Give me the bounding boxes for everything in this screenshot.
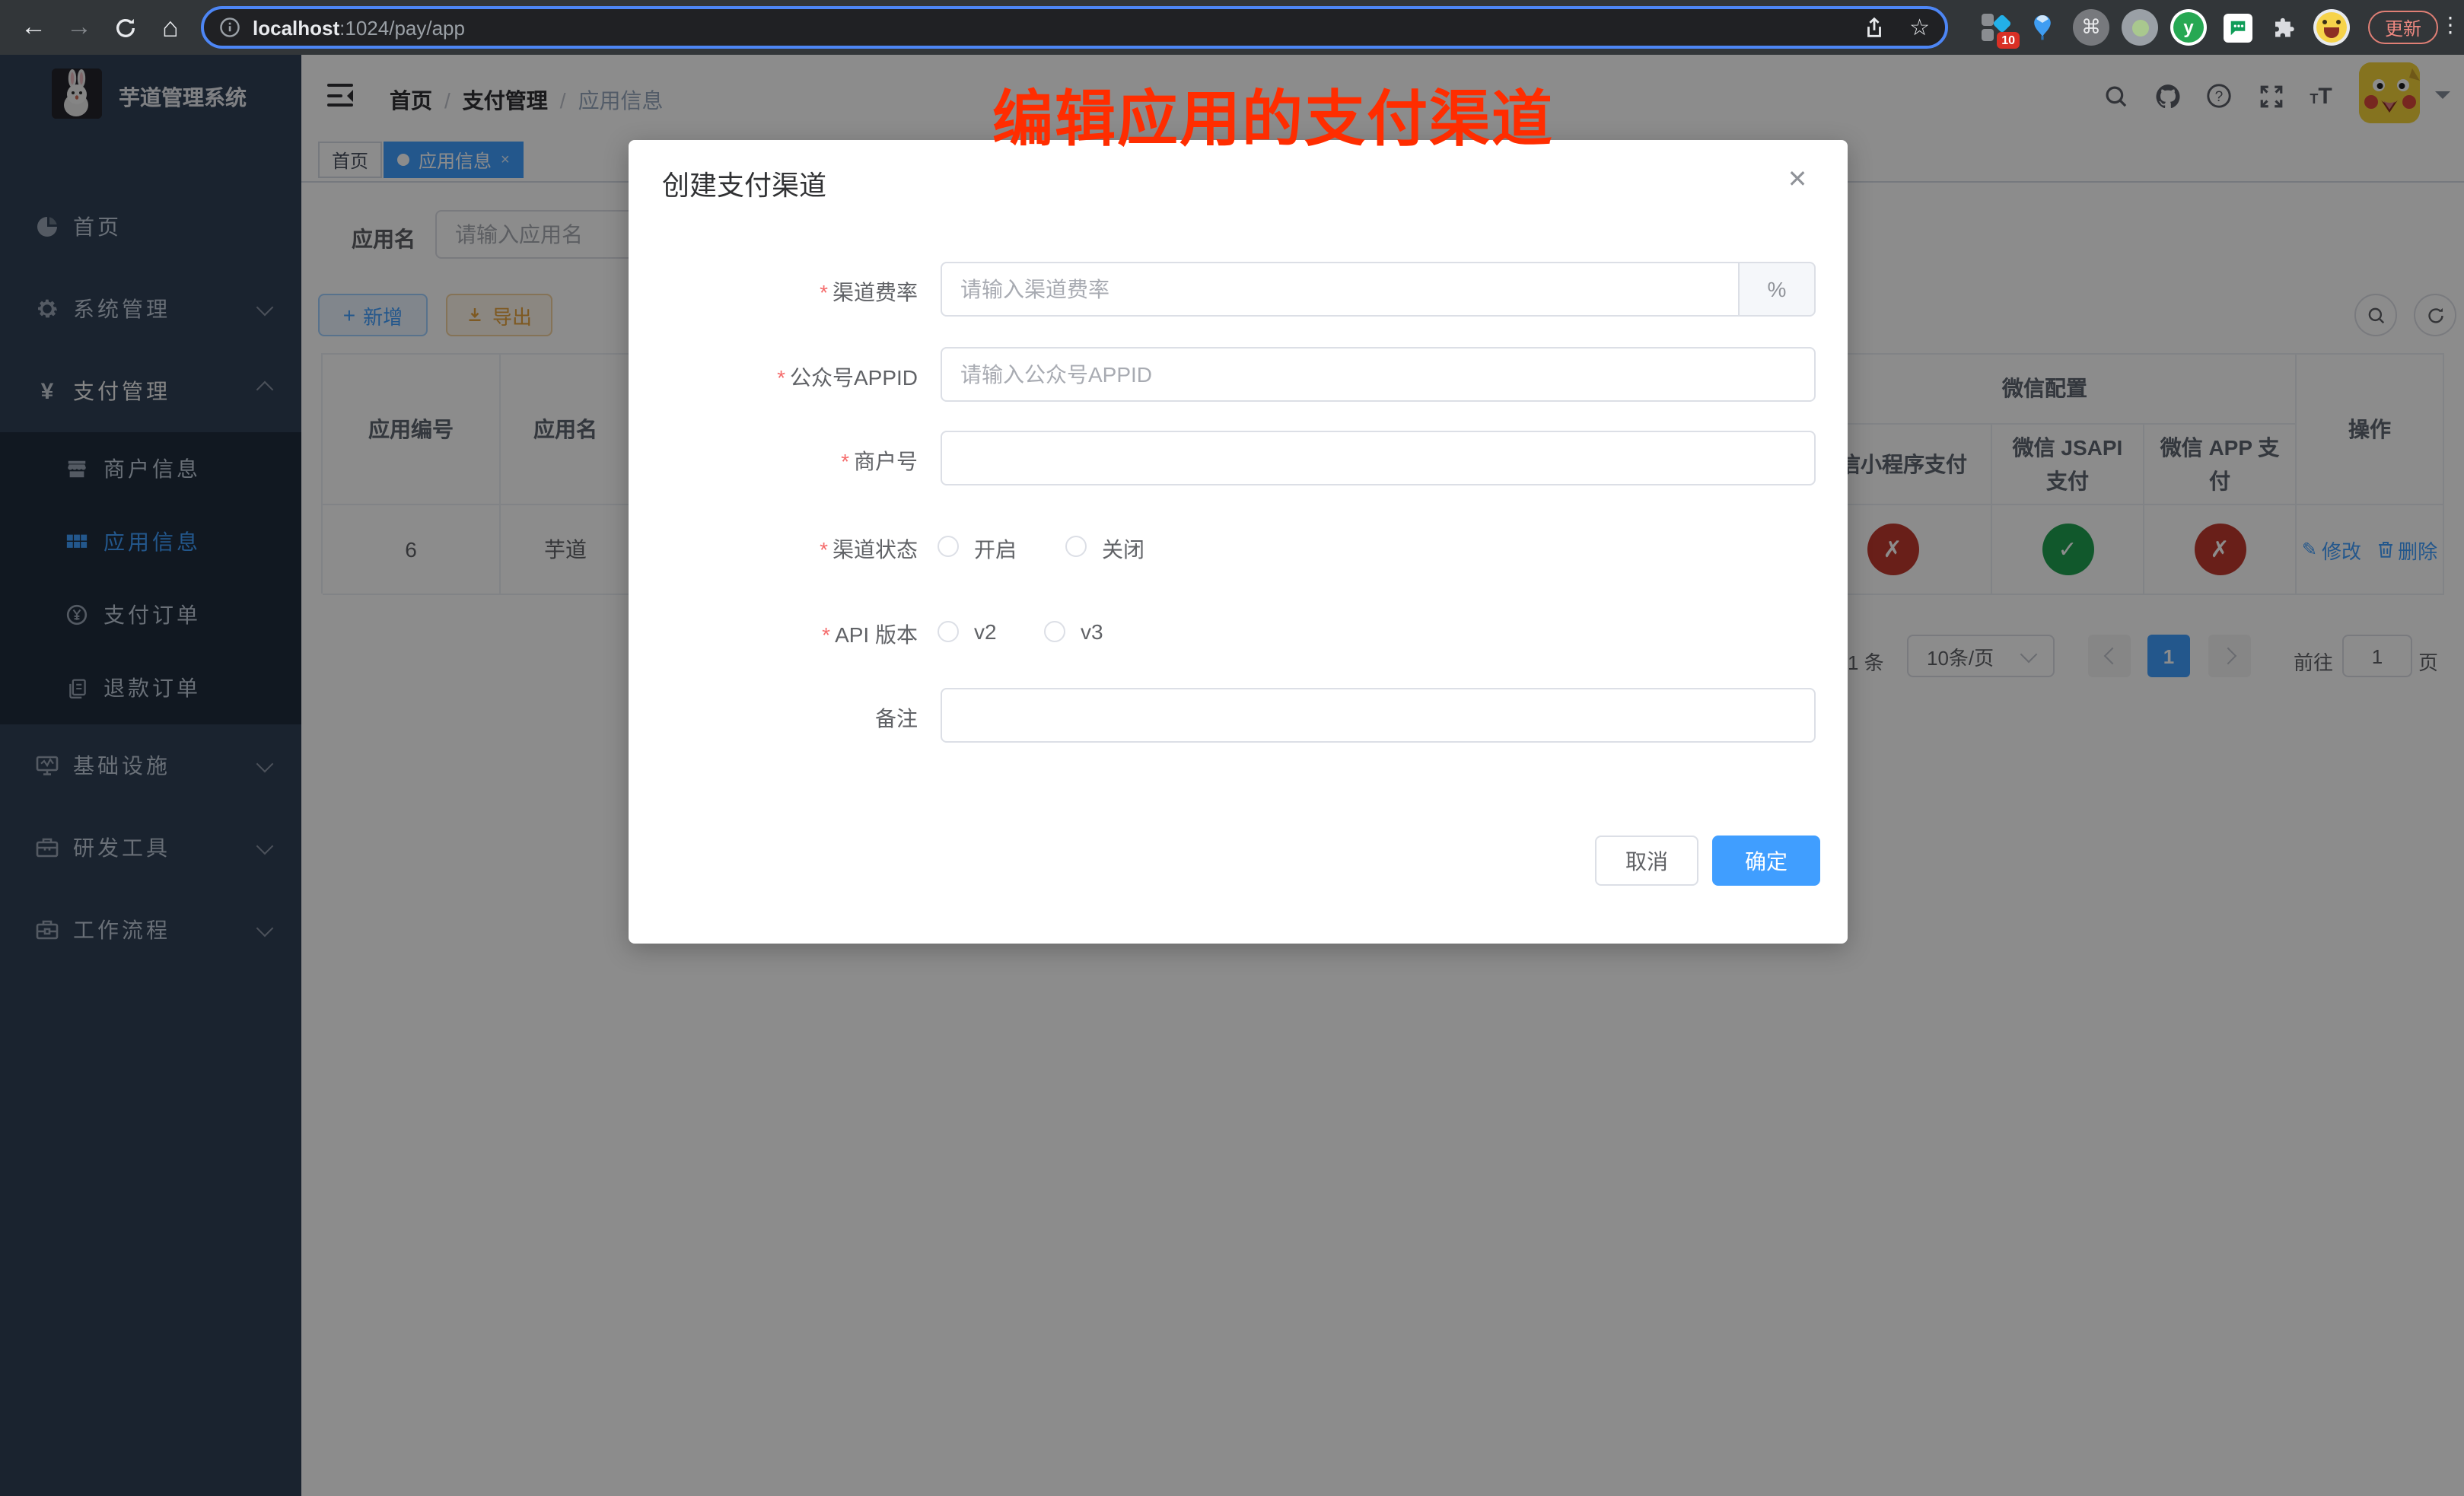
browser-toolbar: ← → ⌂ localhost:1024/pay/app ☆ 10 ⌘ bbox=[0, 0, 2464, 55]
api-label: *API 版本 bbox=[629, 619, 918, 650]
browser-update-button[interactable]: 更新 bbox=[2368, 11, 2438, 44]
screen: ← → ⌂ localhost:1024/pay/app ☆ 10 ⌘ bbox=[0, 0, 2464, 1496]
browser-forward-icon[interactable]: → bbox=[58, 6, 100, 49]
status-open-radio[interactable] bbox=[938, 536, 959, 557]
extension-command-icon[interactable]: ⌘ bbox=[2073, 9, 2109, 46]
extension-badge: 10 bbox=[1997, 32, 2020, 49]
extension-balloon-icon[interactable] bbox=[2024, 9, 2061, 46]
cancel-button[interactable]: 取消 bbox=[1595, 836, 1698, 886]
browser-back-icon[interactable]: ← bbox=[12, 6, 55, 49]
appid-label: *公众号APPID bbox=[629, 362, 918, 393]
share-icon[interactable] bbox=[1862, 16, 1885, 39]
merchant-input[interactable] bbox=[941, 431, 1816, 485]
extension-tabs-icon[interactable]: 10 bbox=[1979, 9, 2015, 46]
rate-input[interactable] bbox=[941, 262, 1740, 317]
extension-chat-icon[interactable] bbox=[2219, 9, 2255, 46]
bookmark-star-icon[interactable]: ☆ bbox=[1909, 14, 1930, 41]
api-v2-radio[interactable] bbox=[938, 621, 959, 642]
confirm-button[interactable]: 确定 bbox=[1712, 836, 1820, 886]
status-close-label[interactable]: 关闭 bbox=[1102, 534, 1144, 565]
create-channel-dialog: 创建支付渠道 ✕ *渠道费率 % *公众号APPID *商户号 *渠道状态 开启… bbox=[629, 140, 1848, 944]
dialog-close-icon[interactable]: ✕ bbox=[1782, 164, 1813, 195]
remark-label: 备注 bbox=[629, 703, 918, 734]
browser-home-icon[interactable]: ⌂ bbox=[149, 6, 192, 49]
api-v2-label[interactable]: v2 bbox=[974, 619, 997, 644]
status-close-radio[interactable] bbox=[1065, 536, 1087, 557]
browser-reload-icon[interactable] bbox=[103, 6, 146, 49]
site-info-icon[interactable] bbox=[219, 17, 240, 38]
extensions-puzzle-icon[interactable] bbox=[2266, 9, 2303, 46]
annotation-text: 编辑应用的支付渠道 bbox=[992, 70, 1554, 158]
status-label: *渠道状态 bbox=[629, 534, 918, 565]
rate-suffix: % bbox=[1740, 262, 1816, 317]
rate-label: *渠道费率 bbox=[629, 277, 918, 307]
api-v3-radio[interactable] bbox=[1044, 621, 1065, 642]
extension-y-icon[interactable]: y bbox=[2170, 9, 2207, 46]
remark-input[interactable] bbox=[941, 688, 1816, 743]
api-v3-label[interactable]: v3 bbox=[1081, 619, 1103, 644]
extension-dot-icon[interactable] bbox=[2122, 9, 2158, 46]
url-bar[interactable]: localhost:1024/pay/app ☆ bbox=[201, 6, 1948, 49]
merchant-label: *商户号 bbox=[629, 446, 918, 476]
dialog-title: 创建支付渠道 bbox=[662, 164, 826, 204]
appid-input[interactable] bbox=[941, 347, 1816, 402]
browser-menu-icon[interactable]: ⋮ bbox=[2440, 12, 2461, 38]
url-host: localhost bbox=[253, 16, 339, 39]
status-open-label[interactable]: 开启 bbox=[974, 534, 1017, 565]
url-path: :1024/pay/app bbox=[339, 16, 465, 39]
extension-emoji-icon[interactable] bbox=[2313, 9, 2350, 46]
